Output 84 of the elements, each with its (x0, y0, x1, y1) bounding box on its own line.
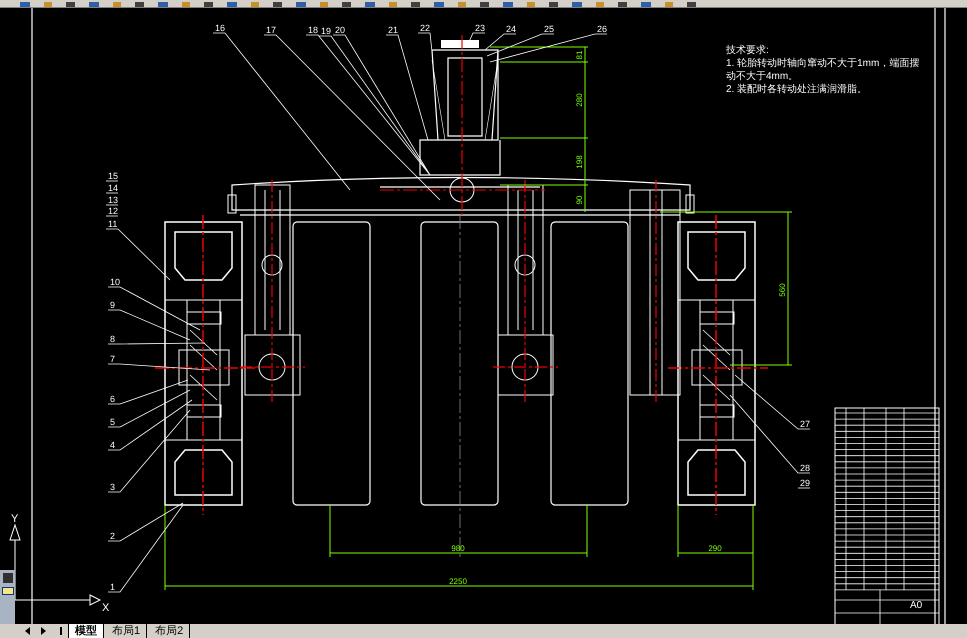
layout-tab[interactable]: 模型 (68, 624, 104, 638)
callout-number: 28 (800, 463, 810, 473)
toolbar-icon[interactable] (641, 2, 651, 7)
callout-number: 7 (110, 354, 116, 364)
toolbar-icon[interactable] (503, 2, 513, 7)
callout-number: 19 (321, 26, 332, 36)
dimension-text: 280 (575, 93, 584, 107)
callout-number: 15 (108, 171, 118, 181)
callout-number: 1 (110, 582, 116, 592)
dimension-text: 198 (575, 155, 584, 169)
leader-line (106, 192, 118, 194)
toolbar-icon[interactable] (251, 2, 259, 7)
toolbar-icon[interactable] (158, 2, 168, 7)
callout-number: 9 (110, 300, 116, 310)
callout-number: 20 (335, 25, 346, 35)
toolbar-icon[interactable] (596, 2, 604, 7)
toolbar-icon[interactable] (320, 2, 328, 7)
toolbar-icon[interactable] (89, 2, 99, 7)
toolbar-icon[interactable] (687, 2, 696, 7)
toolbar-icon[interactable] (273, 2, 282, 7)
toolbar-icon[interactable] (549, 2, 558, 7)
dimension-text: 290 (708, 544, 722, 553)
axis-label: X (102, 602, 110, 614)
toolbar-icon[interactable] (113, 2, 121, 7)
callout-number: 10 (110, 277, 120, 287)
dimension-text: 560 (778, 283, 787, 297)
note-text: 2. 装配时各转动处注满润滑脂。 (726, 83, 868, 96)
right-arrow-icon (40, 627, 46, 635)
palette-swatch-icon (2, 587, 14, 595)
toolbar-icon[interactable] (458, 2, 466, 7)
callout-number: 27 (800, 419, 810, 429)
toolbar-icon[interactable] (66, 2, 75, 7)
callout-number: 29 (800, 478, 810, 488)
toolbar-icon[interactable] (389, 2, 397, 7)
dimension-text: 2250 (449, 577, 467, 586)
toolbar-icon[interactable] (434, 2, 444, 7)
callout-number: 14 (108, 183, 118, 193)
callout-number: 22 (420, 23, 430, 33)
callout-number: 25 (544, 24, 554, 34)
tool-palette[interactable] (0, 570, 15, 624)
toolbar-icon[interactable] (44, 2, 52, 7)
leader-line (106, 204, 118, 206)
toolbar-icon[interactable] (20, 2, 30, 7)
toolbar-icon[interactable] (665, 2, 673, 7)
sheet-size-text: A0 (910, 600, 922, 611)
close-icon[interactable] (2, 573, 12, 583)
callout-number: 8 (110, 334, 116, 344)
callout-number: 3 (110, 482, 116, 492)
callout-number: 26 (597, 24, 608, 34)
callout-number: 16 (215, 23, 226, 33)
callout-number: 24 (506, 24, 516, 34)
toolbar-icon[interactable] (296, 2, 306, 7)
callout-number: 23 (475, 23, 486, 33)
dimension-text: 90 (575, 196, 584, 204)
callout-number: 6 (110, 394, 116, 404)
callout-number: 5 (110, 417, 116, 427)
leader-line (106, 228, 170, 280)
toolbar-icon[interactable] (618, 2, 627, 7)
callout-number: 12 (108, 206, 118, 216)
dimension-text: 980 (451, 544, 465, 553)
callout-number: 4 (110, 440, 116, 450)
toolbar-icon[interactable] (411, 2, 420, 7)
callout-number: 2 (110, 531, 116, 541)
leader-line (106, 180, 118, 182)
note-text: 1. 轮胎转动时轴向窜动不大于1mm，端面摆动不大于4mm。 (726, 57, 920, 83)
callout-number: 21 (388, 25, 398, 35)
toolbar-icon[interactable] (480, 2, 489, 7)
toolbar-icon[interactable] (365, 2, 375, 7)
toolbar-icon[interactable] (572, 2, 582, 7)
callout-number: 13 (108, 195, 118, 205)
left-arrow-icon (24, 627, 30, 635)
toolbar-icon[interactable] (135, 2, 144, 7)
notes-title: 技术要求: (726, 44, 770, 57)
ucs-axes-icon (10, 523, 102, 606)
axis-label: Y (11, 513, 18, 525)
dimension-text: 81 (575, 50, 584, 60)
toolbar-icon[interactable] (227, 2, 237, 7)
toolbar-icon[interactable] (527, 2, 535, 7)
callout-number: 11 (108, 219, 118, 229)
toolbar-icon[interactable] (204, 2, 213, 7)
callout-number: 17 (266, 25, 276, 35)
toolbar-icon[interactable] (342, 2, 351, 7)
toolbar-icon[interactable] (182, 2, 190, 7)
callout-number: 18 (308, 25, 318, 35)
